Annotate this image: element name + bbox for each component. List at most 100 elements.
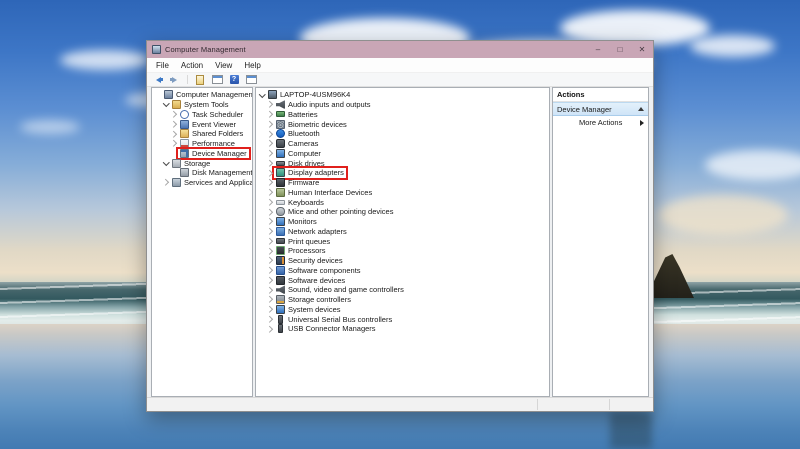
chevron-icon[interactable] bbox=[170, 120, 178, 128]
show-console-tree-icon[interactable] bbox=[210, 74, 224, 85]
show-actions-pane-icon[interactable] bbox=[244, 74, 258, 85]
tree-item[interactable]: Performance bbox=[152, 139, 252, 149]
tree-item[interactable]: Monitors bbox=[256, 217, 549, 227]
chevron-icon[interactable] bbox=[266, 305, 274, 313]
tree-item[interactable]: Services and Applications bbox=[152, 178, 252, 188]
chevron-icon[interactable] bbox=[266, 315, 274, 323]
status-separator bbox=[609, 399, 610, 410]
tree-item[interactable]: Cameras bbox=[256, 139, 549, 149]
chevron-icon[interactable] bbox=[266, 325, 274, 333]
chevron-icon[interactable] bbox=[170, 130, 178, 138]
tree-item[interactable]: Security devices bbox=[256, 256, 549, 266]
chevron-icon[interactable] bbox=[266, 247, 274, 255]
chevron-icon[interactable] bbox=[266, 179, 274, 187]
chevron-icon[interactable] bbox=[170, 140, 178, 148]
event-viewer-icon bbox=[180, 120, 189, 129]
chevron-icon[interactable] bbox=[162, 159, 170, 167]
help-icon[interactable]: ? bbox=[227, 74, 241, 85]
tree-item[interactable]: Bluetooth bbox=[256, 129, 549, 139]
tree-item[interactable]: Network adapters bbox=[256, 227, 549, 237]
chevron-icon[interactable] bbox=[266, 276, 274, 284]
tree-item[interactable]: USB Connector Managers bbox=[256, 324, 549, 334]
tree-item[interactable]: Software components bbox=[256, 266, 549, 276]
chevron-icon[interactable] bbox=[266, 208, 274, 216]
tree-item[interactable]: Task Scheduler bbox=[152, 110, 252, 120]
chevron-icon[interactable] bbox=[266, 218, 274, 226]
tree-item[interactable]: Print queues bbox=[256, 236, 549, 246]
disk-management-icon bbox=[180, 168, 189, 177]
menu-bar: File Action View Help bbox=[147, 58, 653, 73]
tree-item[interactable]: Mice and other pointing devices bbox=[256, 207, 549, 217]
menu-help[interactable]: Help bbox=[238, 61, 266, 70]
close-button[interactable]: ✕ bbox=[631, 41, 653, 58]
tree-item[interactable]: Processors bbox=[256, 246, 549, 256]
actions-group-header[interactable]: Device Manager bbox=[553, 102, 648, 116]
chevron-icon[interactable] bbox=[266, 169, 274, 177]
chevron-icon[interactable] bbox=[162, 179, 170, 187]
tree-item[interactable]: Storage controllers bbox=[256, 295, 549, 305]
title-bar[interactable]: Computer Management – □ ✕ bbox=[147, 41, 653, 58]
chevron-icon[interactable] bbox=[266, 130, 274, 138]
chevron-icon[interactable] bbox=[266, 257, 274, 265]
chevron-icon[interactable] bbox=[266, 188, 274, 196]
keyboard-icon bbox=[276, 200, 285, 205]
tree-item[interactable]: Audio inputs and outputs bbox=[256, 100, 549, 110]
camera-icon bbox=[276, 139, 285, 148]
tree-item[interactable]: Disk Management bbox=[152, 168, 252, 178]
menu-action[interactable]: Action bbox=[175, 61, 209, 70]
mouse-icon bbox=[276, 207, 285, 216]
tree-item[interactable]: Software devices bbox=[256, 275, 549, 285]
chevron-icon[interactable] bbox=[266, 110, 274, 118]
tree-item[interactable]: Computer Management (Local) bbox=[152, 90, 252, 100]
tree-item[interactable]: Computer bbox=[256, 149, 549, 159]
chevron-icon[interactable] bbox=[266, 227, 274, 235]
tree-item[interactable]: Sound, video and game controllers bbox=[256, 285, 549, 295]
chevron-icon[interactable] bbox=[266, 237, 274, 245]
sound-icon bbox=[276, 285, 285, 294]
tree-item[interactable]: Keyboards bbox=[256, 197, 549, 207]
tree-item[interactable]: LAPTOP-4USM96K4 bbox=[256, 90, 549, 100]
menu-view[interactable]: View bbox=[209, 61, 238, 70]
chevron-icon[interactable] bbox=[266, 149, 274, 157]
chevron-icon[interactable] bbox=[266, 296, 274, 304]
tree-item[interactable]: Shared Folders bbox=[152, 129, 252, 139]
tree-item[interactable]: Device Manager bbox=[152, 149, 252, 159]
minimize-button[interactable]: – bbox=[587, 41, 609, 58]
chevron-icon[interactable] bbox=[170, 149, 178, 157]
tree-item[interactable]: Biometric devices bbox=[256, 119, 549, 129]
tree-item[interactable]: Universal Serial Bus controllers bbox=[256, 314, 549, 324]
forward-arrow-icon[interactable] bbox=[168, 74, 182, 85]
tree-item[interactable]: Human Interface Devices bbox=[256, 188, 549, 198]
chevron-icon[interactable] bbox=[170, 110, 178, 118]
chevron-icon[interactable] bbox=[162, 101, 170, 109]
chevron-icon[interactable] bbox=[266, 198, 274, 206]
window-title: Computer Management bbox=[165, 45, 246, 54]
chevron-icon[interactable] bbox=[266, 286, 274, 294]
chevron-icon[interactable] bbox=[154, 91, 162, 99]
chevron-icon[interactable] bbox=[170, 169, 178, 177]
tree-item[interactable]: Storage bbox=[152, 158, 252, 168]
tree-item[interactable]: Firmware bbox=[256, 178, 549, 188]
system-tools-icon bbox=[172, 100, 181, 109]
tree-item[interactable]: Event Viewer bbox=[152, 119, 252, 129]
chevron-icon[interactable] bbox=[266, 140, 274, 148]
tree-item[interactable]: System devices bbox=[256, 305, 549, 315]
menu-file[interactable]: File bbox=[150, 61, 175, 70]
chevron-icon[interactable] bbox=[266, 159, 274, 167]
tree-item[interactable]: System Tools bbox=[152, 100, 252, 110]
chevron-icon[interactable] bbox=[266, 101, 274, 109]
chevron-right-icon[interactable] bbox=[640, 120, 644, 126]
maximize-button[interactable]: □ bbox=[609, 41, 631, 58]
chevron-icon[interactable] bbox=[258, 91, 266, 99]
console-content: Computer Management (Local) System Tools bbox=[147, 87, 653, 397]
chevron-up-icon[interactable] bbox=[638, 107, 644, 111]
chevron-icon[interactable] bbox=[266, 120, 274, 128]
back-arrow-icon[interactable] bbox=[151, 74, 165, 85]
more-actions-item[interactable]: More Actions bbox=[553, 116, 648, 129]
tree-item[interactable]: Disk drives bbox=[256, 158, 549, 168]
chevron-icon[interactable] bbox=[266, 266, 274, 274]
export-list-icon[interactable] bbox=[193, 74, 207, 85]
device-manager-icon bbox=[180, 149, 189, 158]
tree-item[interactable]: Display adapters bbox=[256, 168, 549, 178]
tree-item[interactable]: Batteries bbox=[256, 110, 549, 120]
